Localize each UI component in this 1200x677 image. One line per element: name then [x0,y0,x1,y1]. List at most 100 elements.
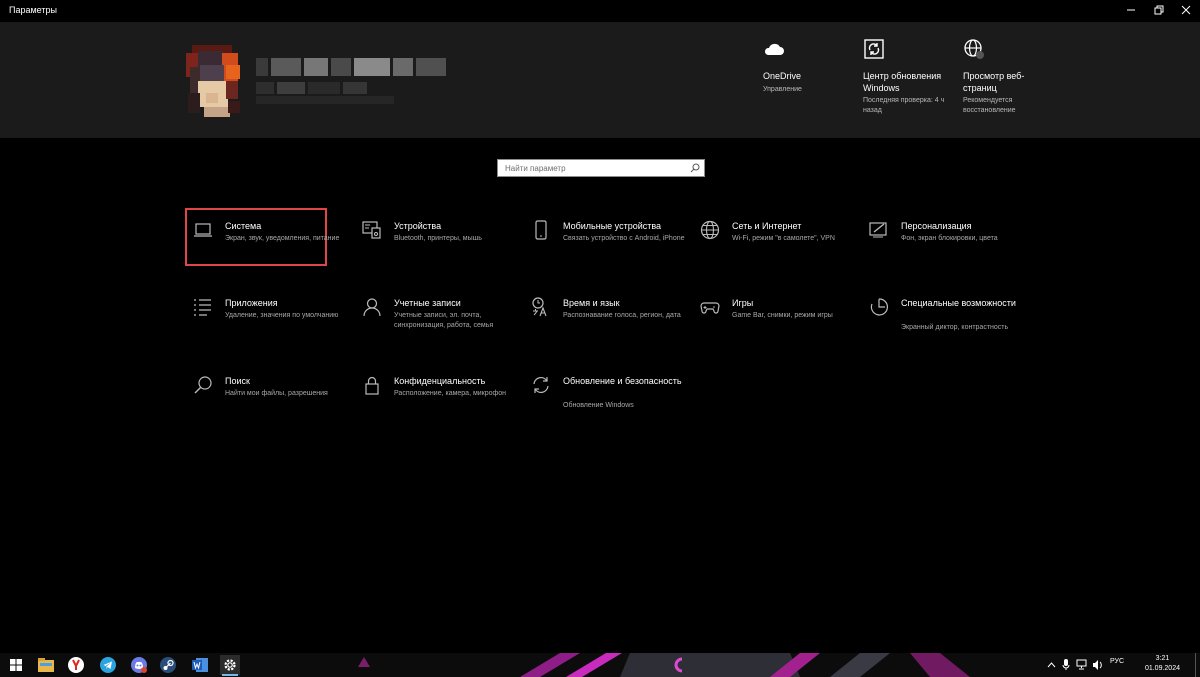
cloud-icon [764,43,784,55]
gamepad-icon [700,302,720,314]
category-gaming[interactable]: Игры Game Bar, снимки, режим игры [700,297,865,337]
category-update-security[interactable]: Обновление и безопасность Обновление Win… [531,375,696,415]
volume-icon[interactable] [1092,659,1104,671]
category-title: Поиск [225,376,250,386]
category-title: Система [225,221,262,231]
telegram-icon [100,657,116,673]
category-title: Персонализация [901,221,972,231]
quick-link-web-browsing[interactable]: Просмотр веб-страниц Рекомендуется восст… [963,38,1041,116]
taskbar-settings[interactable] [220,655,240,676]
close-button[interactable] [1172,0,1200,20]
taskbar-word[interactable] [190,655,210,675]
category-description: Экранный диктор, контрастность [901,324,1009,331]
clock-time: 3:21 [1155,655,1170,662]
category-title: Игры [732,298,754,308]
start-button[interactable] [6,655,26,675]
category-description: Связать устройство с Android, iPhone [563,235,685,242]
category-description: Обновление Windows [563,402,634,409]
category-description: Bluetooth, принтеры, мышь [394,235,482,242]
account-detail [256,96,394,104]
lock-icon [365,376,379,395]
category-description: Расположение, камера, микрофон [394,390,507,397]
category-apps[interactable]: Приложения Удаление, значения по умолчан… [193,297,358,337]
category-description: Wi-Fi, режим "в самолете", VPN [732,235,835,242]
category-network[interactable]: Сеть и Интернет Wi-Fi, режим "в самолете… [700,220,865,260]
category-title: Специальные возможности [901,298,1016,308]
quick-link-subtitle: Последняя проверка: 4 ч назад [863,97,945,114]
quick-link-title: OneDrive [763,71,802,81]
category-privacy[interactable]: Конфиденциальность Расположение, камера,… [362,375,527,415]
discord-icon [131,657,147,673]
quick-link-windows-update[interactable]: Центр обновления Windows Последняя прове… [863,38,947,116]
file-explorer-icon [38,658,54,672]
category-title: Приложения [225,298,278,308]
yandex-browser-icon [68,657,84,673]
title-bar: Параметры [0,0,1200,22]
category-description: Фон, экран блокировки, цвета [901,235,998,242]
devices-icon [362,221,381,239]
category-accounts[interactable]: Учетные записи Учетные записи, эл. почта… [362,297,527,337]
update-icon [533,376,549,394]
globe-icon [700,220,720,240]
search-placeholder: Найти параметр [505,164,566,173]
category-description: Удаление, значения по умолчанию [225,312,339,319]
category-personalization[interactable]: Персонализация Фон, экран блокировки, цв… [869,220,1034,260]
category-title: Мобильные устройства [563,221,662,231]
restore-icon [1154,5,1164,15]
category-system[interactable]: Система Экран, звук, уведомления, питани… [193,220,358,260]
personalization-icon [869,222,887,238]
word-icon [192,658,208,672]
window-title: Параметры [9,5,57,15]
account-name [256,58,446,76]
category-title: Сеть и Интернет [732,221,802,231]
quick-link-subtitle: Рекомендуется восстановление [963,97,1016,114]
laptop-icon [194,223,212,237]
microphone-icon[interactable] [1062,659,1070,671]
category-mobile[interactable]: Мобильные устройства Связать устройство … [531,220,696,260]
quick-link-onedrive[interactable]: OneDrive Управление [763,38,847,95]
person-icon [363,298,381,317]
apps-list-icon [194,299,211,316]
category-description: Экран, звук, уведомления, питание [225,235,340,242]
category-title: Время и язык [563,298,620,308]
clock-date: 01.09.2024 [1144,665,1180,672]
category-description: Найти мои файлы, разрешения [225,390,328,397]
category-title: Обновление и безопасность [563,376,682,386]
time-language-icon [532,297,547,317]
category-description: Учетные записи, эл. почта, синхронизация… [394,312,494,329]
show-desktop-button[interactable] [1195,653,1200,677]
search-icon [690,163,700,173]
close-icon [1181,5,1191,15]
category-search[interactable]: Поиск Найти мои файлы, разрешения [193,375,358,415]
taskbar: РУС 3:21 01.09.2024 [0,653,1200,677]
clock[interactable]: 3:21 01.09.2024 [1145,654,1180,674]
steam-icon [160,657,176,673]
globe-icon [964,39,984,59]
sync-icon [864,39,884,59]
minimize-button[interactable] [1117,0,1145,20]
category-time-language[interactable]: Время и язык Распознавание голоса, регио… [531,297,696,337]
taskbar-telegram[interactable] [98,655,118,675]
accessibility-icon [870,298,888,316]
search-icon [194,376,212,394]
category-title: Конфиденциальность [394,376,486,386]
quick-link-title: Центр обновления Windows [863,71,942,93]
search-input[interactable]: Найти параметр [497,159,705,177]
minimize-icon [1127,9,1135,11]
wallpaper-glimpse [330,653,990,677]
taskbar-file-explorer[interactable] [36,655,56,675]
category-devices[interactable]: Устройства Bluetooth, принтеры, мышь [362,220,527,260]
category-accessibility[interactable]: Специальные возможности Экранный диктор,… [869,297,1034,345]
language-indicator[interactable]: РУС [1110,658,1124,665]
phone-icon [535,220,547,240]
category-title: Устройства [394,221,442,231]
taskbar-discord[interactable] [129,655,149,675]
category-description: Game Bar, снимки, режим игры [732,312,833,319]
maximize-button[interactable] [1145,0,1173,20]
taskbar-yandex-browser[interactable] [66,655,86,675]
avatar[interactable] [182,45,244,119]
windows-start-icon [10,659,22,671]
network-icon[interactable] [1076,659,1087,671]
chevron-up-icon[interactable] [1047,661,1056,669]
taskbar-steam[interactable] [158,655,178,675]
